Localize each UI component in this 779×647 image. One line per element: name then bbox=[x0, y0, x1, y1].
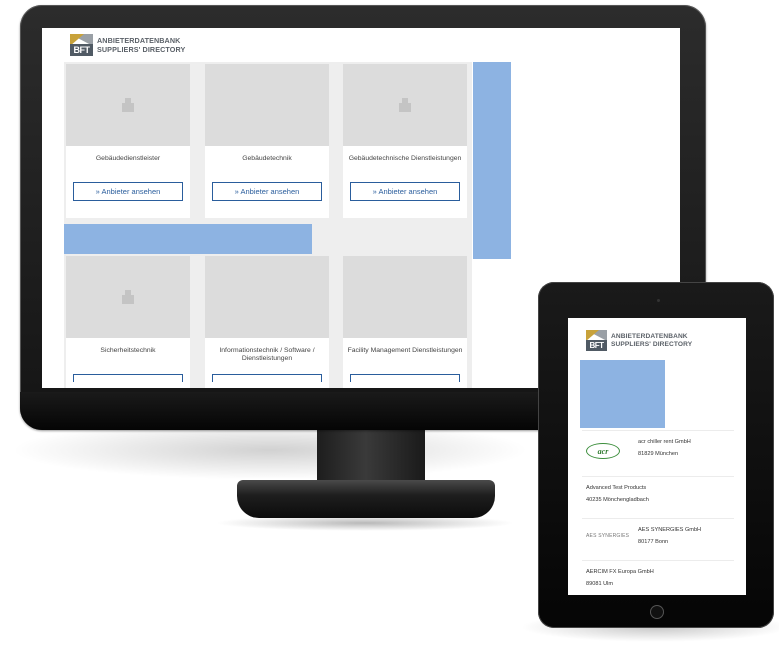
category-card[interactable]: Facility Management Dienstleistungen bbox=[343, 256, 467, 388]
view-suppliers-button[interactable] bbox=[350, 374, 460, 382]
home-button-icon[interactable] bbox=[651, 606, 663, 618]
card-label: Facility Management Dienstleistungen bbox=[347, 347, 463, 354]
supplier-name: Advanced Test Products bbox=[586, 485, 647, 491]
acr-logo: acr bbox=[586, 443, 620, 459]
building-icon bbox=[122, 290, 134, 304]
supplier-name: AERCIM FX Europa GmbH bbox=[586, 569, 654, 575]
site-header: BFT ANBIETERDATENBANK SUPPLIERS' DIRECTO… bbox=[70, 33, 185, 57]
tablet-screen: BFT ANBIETERDATENBANK SUPPLIERS' DIRECTO… bbox=[568, 318, 746, 595]
card-image-connectors-photo bbox=[205, 256, 329, 338]
view-suppliers-button[interactable] bbox=[73, 374, 183, 382]
view-suppliers-button[interactable]: » Anbieter ansehen bbox=[73, 182, 183, 201]
site-title-line2: SUPPLIERS' DIRECTORY bbox=[611, 340, 693, 348]
site-title: ANBIETERDATENBANK SUPPLIERS' DIRECTORY bbox=[97, 36, 185, 54]
site-title: ANBIETERDATENBANK SUPPLIERS' DIRECTORY bbox=[611, 333, 692, 349]
supplier-list-item[interactable]: AES SYNERGIES AES SYNERGIES GmbH 80177 B… bbox=[582, 518, 734, 560]
card-label: Sicherheitstechnik bbox=[100, 347, 156, 354]
view-suppliers-button[interactable]: » Anbieter ansehen bbox=[350, 182, 460, 201]
site-title-line2: SUPPLIERS' DIRECTORY bbox=[97, 45, 186, 54]
view-suppliers-button[interactable]: » Anbieter ansehen bbox=[212, 182, 322, 201]
device-mockup-scene: BFT ANBIETERDATENBANK SUPPLIERS' DIRECTO… bbox=[0, 0, 779, 647]
category-card[interactable]: Gebäudedienstleister » Anbieter ansehen bbox=[66, 64, 190, 218]
view-suppliers-button[interactable] bbox=[212, 374, 322, 382]
card-label: Informationstechnik / Software / Dienstl… bbox=[219, 347, 315, 362]
camera-icon bbox=[657, 299, 660, 302]
card-image-valves-photo bbox=[205, 64, 329, 146]
building-icon bbox=[122, 98, 134, 112]
supplier-name: acr chiller rent GmbH bbox=[638, 439, 691, 445]
banner-placeholder-vertical bbox=[473, 62, 511, 259]
site-title-line1: ANBIETERDATENBANK bbox=[97, 36, 181, 45]
supplier-list-item[interactable]: acr acr chiller rent GmbH 81829 München bbox=[582, 430, 734, 476]
banner-placeholder bbox=[580, 360, 665, 428]
card-image bbox=[343, 64, 467, 146]
card-label: Gebäudetechnik bbox=[242, 155, 292, 162]
category-card[interactable]: Informationstechnik / Software / Dienstl… bbox=[205, 256, 329, 388]
bft-logo[interactable]: BFT bbox=[70, 34, 93, 56]
card-image-glass-facade-photo bbox=[343, 256, 467, 338]
logo-text: BFT bbox=[70, 44, 93, 56]
bft-logo[interactable]: BFT bbox=[586, 330, 607, 351]
monitor-neck bbox=[317, 427, 425, 487]
supplier-city: 81829 München bbox=[638, 451, 679, 457]
card-image bbox=[66, 256, 190, 338]
category-card[interactable]: Gebäudetechnische Dienstleistungen » Anb… bbox=[343, 64, 467, 218]
card-label: Gebäudedienstleister bbox=[95, 155, 161, 162]
building-icon bbox=[399, 98, 411, 112]
supplier-city: 40235 Mönchengladbach bbox=[586, 497, 649, 503]
tablet-site-header: BFT ANBIETERDATENBANK SUPPLIERS' DIRECTO… bbox=[586, 330, 692, 351]
supplier-name: AES SYNERGIES GmbH bbox=[638, 527, 702, 533]
monitor-base bbox=[237, 480, 495, 518]
category-card[interactable]: Sicherheitstechnik bbox=[66, 256, 190, 388]
card-image bbox=[66, 64, 190, 146]
banner-placeholder-horizontal bbox=[64, 224, 312, 254]
site-title-line1: ANBIETERDATENBANK bbox=[611, 332, 688, 340]
card-label: Gebäudetechnische Dienstleistungen bbox=[348, 155, 462, 162]
logo-text: BFT bbox=[586, 340, 607, 351]
category-card[interactable]: Gebäudetechnik » Anbieter ansehen bbox=[205, 64, 329, 218]
aes-synergies-logo: AES SYNERGIES bbox=[586, 533, 630, 539]
supplier-city: 80177 Bonn bbox=[638, 539, 669, 545]
supplier-list-item[interactable]: Advanced Test Products 40235 Mönchenglad… bbox=[582, 476, 734, 518]
supplier-city: 89081 Ulm bbox=[586, 581, 614, 587]
supplier-list-item[interactable]: AERCIM FX Europa GmbH 89081 Ulm bbox=[582, 560, 734, 595]
